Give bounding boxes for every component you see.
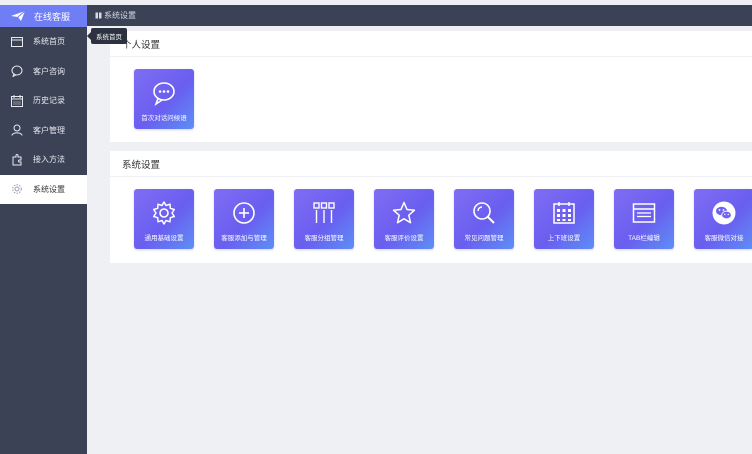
book-icon [95,12,102,19]
browser-window-icon [10,35,24,49]
calendar-icon [551,200,577,226]
sidebar-item-label: 系统设置 [33,184,65,194]
tile-label: 首次对话问候语 [141,115,187,122]
tile-group-management[interactable]: 客服分组管理 [294,189,354,249]
tile-shift-settings[interactable]: 上下班设置 [534,189,594,249]
tile-label: 上下班设置 [547,235,581,242]
star-icon [391,200,417,226]
user-icon [10,123,24,137]
sidebar: 在线客服 系统首页 客户咨询 历史记录 客户管理 接入方法 系统设置 [0,5,87,454]
tile-rating-settings[interactable]: 客服评价设置 [374,189,434,249]
tile-general-settings[interactable]: 通用基础设置 [134,189,194,249]
tile-agent-management[interactable]: 客服添加与管理 [214,189,274,249]
personal-settings-panel: 个人设置 首次对话问候语 [110,31,752,142]
tile-label: 客服微信对接 [704,235,744,242]
chat-bubble-icon [10,64,24,78]
search-icon [471,200,497,226]
tile-label: 客服分组管理 [304,235,344,242]
sidebar-item-history[interactable]: 历史记录 [0,86,87,116]
browser-window-icon [631,200,657,226]
sidebar-item-label: 历史记录 [33,96,65,106]
panel-title: 系统设置 [110,151,752,177]
page-title: 系统设置 [104,11,136,20]
sidebar-item-home[interactable]: 系统首页 [0,27,87,57]
sidebar-item-consult[interactable]: 客户咨询 [0,57,87,87]
tile-wechat-integration[interactable]: 客服微信对接 [694,189,752,249]
system-settings-panel: 系统设置 通用基础设置 客服添加与管理 客服分组管理 客服评价设置 常见问题管理 [110,151,752,263]
sidebar-item-label: 接入方法 [33,155,65,165]
sidebar-item-label: 系统首页 [33,37,65,47]
sidebar-item-access[interactable]: 接入方法 [0,145,87,175]
tile-label: 客服评价设置 [384,235,424,242]
sidebar-item-customers[interactable]: 客户管理 [0,116,87,146]
plus-circle-icon [231,200,257,226]
tooltip: 系统首页 [87,28,127,44]
sidebar-item-settings[interactable]: 系统设置 [0,174,87,204]
tile-label: 通用基础设置 [144,235,184,242]
paper-plane-icon [10,10,26,22]
brand-label: 在线客服 [34,11,71,22]
tile-label: 客服添加与管理 [221,235,267,242]
tile-faq-management[interactable]: 常见问题管理 [454,189,514,249]
chat-bubble-icon [151,80,177,106]
tile-label: 常见问题管理 [464,235,504,242]
tile-greeting[interactable]: 首次对话问候语 [134,69,194,129]
wechat-icon [711,200,737,226]
panel-title: 个人设置 [110,31,752,57]
gear-icon [10,182,24,196]
sidebar-item-label: 客户咨询 [33,66,65,76]
grid-columns-icon [311,200,337,226]
calendar-icon [10,94,24,108]
tile-tab-editor[interactable]: TAB栏编辑 [614,189,674,249]
brand-bar[interactable]: 在线客服 [0,5,87,27]
sidebar-item-label: 客户管理 [33,125,65,135]
tile-label: TAB栏编辑 [628,235,660,242]
puzzle-icon [10,153,24,167]
page-header: 系统设置 [87,5,752,26]
gear-icon [151,200,177,226]
